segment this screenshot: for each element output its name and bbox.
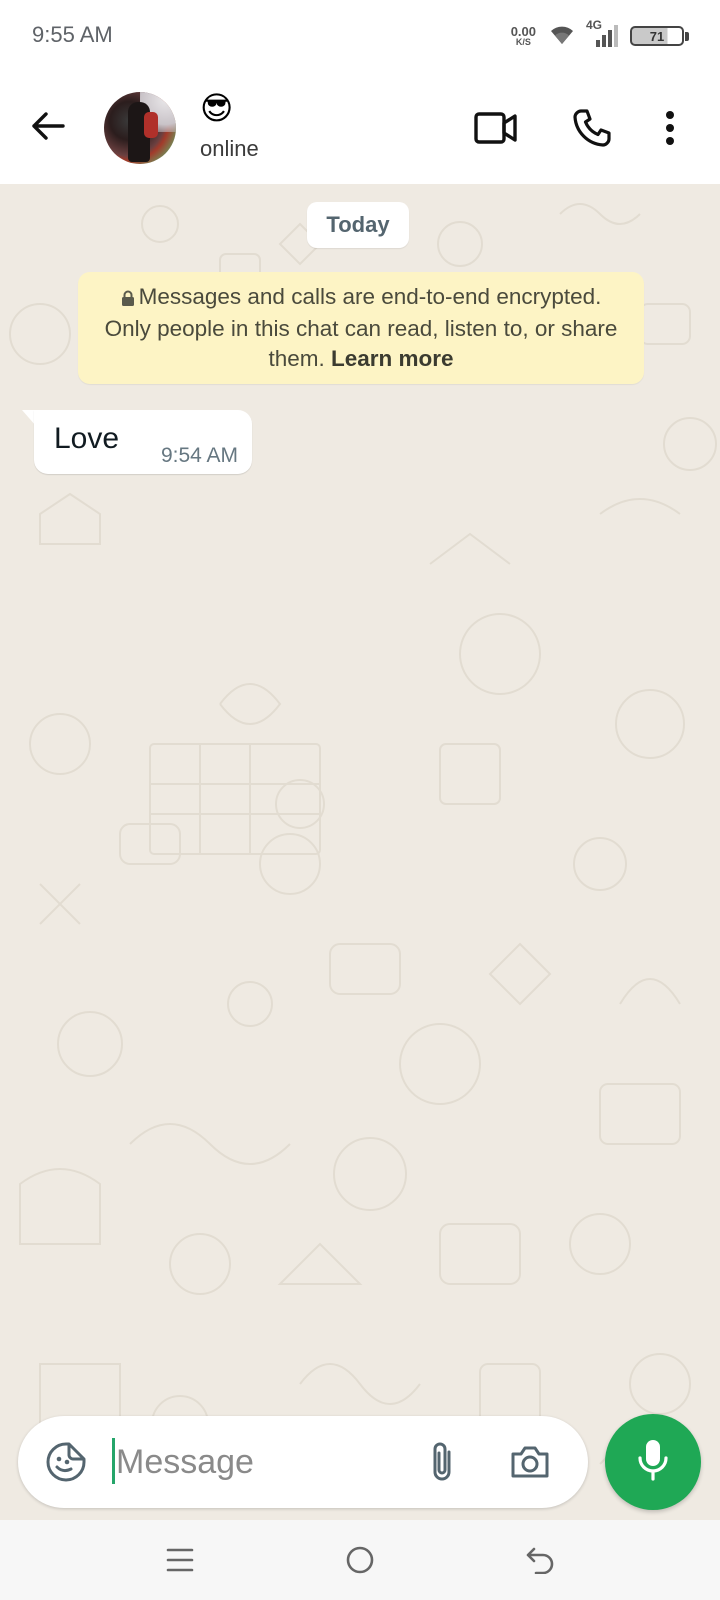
chat-header: 😎 online bbox=[0, 72, 720, 184]
mic-icon bbox=[636, 1438, 670, 1487]
incoming-message[interactable]: Love 9:54 AM bbox=[34, 410, 252, 474]
back-arrow-icon[interactable] bbox=[24, 102, 72, 150]
encryption-notice[interactable]: Messages and calls are end-to-end encryp… bbox=[78, 272, 644, 384]
message-input[interactable] bbox=[112, 1434, 412, 1490]
message-text: Love bbox=[54, 422, 120, 455]
network-type: 4G bbox=[586, 18, 603, 32]
message-time: 9:54 AM bbox=[160, 444, 238, 467]
mic-button[interactable] bbox=[605, 1414, 701, 1510]
home-icon[interactable] bbox=[336, 1536, 384, 1584]
contact-avatar[interactable] bbox=[104, 92, 176, 164]
phone-icon[interactable] bbox=[566, 102, 618, 154]
camera-icon[interactable] bbox=[504, 1436, 556, 1488]
more-options-icon[interactable] bbox=[650, 102, 690, 154]
video-call-icon[interactable] bbox=[470, 102, 522, 154]
learn-more-link[interactable]: Learn more bbox=[331, 346, 454, 371]
battery-level: 71 bbox=[630, 26, 684, 46]
contact-name[interactable]: 😎 bbox=[200, 92, 233, 124]
lock-icon bbox=[121, 284, 135, 314]
cell-signal-icon: 4G bbox=[586, 18, 618, 48]
attach-icon[interactable] bbox=[416, 1436, 468, 1488]
status-time: 9:55 AM bbox=[32, 22, 113, 47]
system-nav-bar bbox=[0, 1520, 720, 1600]
status-bar: 9:55 AM 0.00 K/S 4G 71 bbox=[0, 0, 720, 72]
whatsapp-chat-screen: 9:55 AM 0.00 K/S 4G 71 😎 online Today Me… bbox=[0, 0, 720, 1600]
chat-area[interactable]: Today Messages and calls are end-to-end … bbox=[0, 184, 720, 1520]
menu-icon[interactable] bbox=[156, 1536, 204, 1584]
contact-status: online bbox=[200, 136, 259, 161]
network-speed-unit: K/S bbox=[515, 37, 531, 47]
chat-wallpaper bbox=[9, 203, 717, 1495]
date-divider: Today bbox=[307, 202, 409, 248]
network-speed: 0.00 K/S bbox=[511, 25, 536, 47]
status-indicators: 0.00 K/S 4G 71 bbox=[511, 18, 692, 52]
sticker-icon[interactable] bbox=[40, 1436, 92, 1488]
battery-icon: 71 bbox=[630, 24, 692, 48]
message-composer bbox=[18, 1416, 588, 1508]
back-icon[interactable] bbox=[516, 1536, 564, 1584]
wifi-icon bbox=[548, 22, 576, 51]
text-cursor bbox=[112, 1438, 115, 1484]
